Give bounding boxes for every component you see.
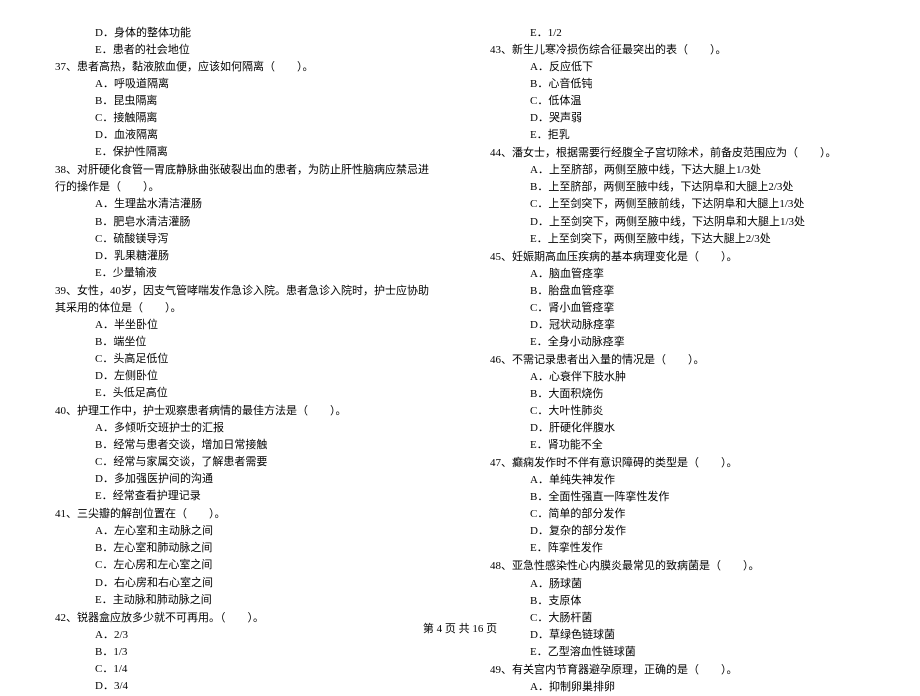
answer-option: A．单纯失神发作 [490,472,865,489]
question-item: 40、护理工作中，护士观察患者病情的最佳方法是（ ）。A．多倾听交班护士的汇报B… [55,403,430,505]
answer-option: B．全面性强直一阵挛性发作 [490,489,865,506]
answer-option: E．经常查看护理记录 [55,488,430,505]
answer-option: A．半坐卧位 [55,317,430,334]
question-text: 45、妊娠期高血压疾病的基本病理变化是（ ）。 [490,249,865,266]
question-text: 47、癫痫发作时不伴有意识障碍的类型是（ ）。 [490,455,865,472]
answer-option: C．低体温 [490,93,865,110]
answer-option: D．右心房和右心室之间 [55,575,430,592]
answer-option: C．经常与家属交谈，了解患者需要 [55,454,430,471]
answer-option: A．抑制卵巢排卵 [490,679,865,696]
answer-option: C．简单的部分发作 [490,506,865,523]
answer-option: E．上至剑突下，两侧至腋中线，下达大腿上2/3处 [490,231,865,248]
question-item: 46、不需记录患者出入量的情况是（ ）。A．心衰伴下肢水肿B．大面积烧伤C．大叶… [490,352,865,454]
question-item: 41、三尖瓣的解剖位置在（ ）。A．左心室和主动脉之间B．左心室和肺动脉之间C．… [55,506,430,608]
answer-option: D．3/4 [55,678,430,695]
question-text: 40、护理工作中，护士观察患者病情的最佳方法是（ ）。 [55,403,430,420]
question-item: 47、癫痫发作时不伴有意识障碍的类型是（ ）。A．单纯失神发作B．全面性强直一阵… [490,455,865,557]
answer-option: D．血液隔离 [55,127,430,144]
question-text: 41、三尖瓣的解剖位置在（ ）。 [55,506,430,523]
answer-option: A．脑血管痉挛 [490,266,865,283]
question-item: 49、有关宫内节育器避孕原理，正确的是（ ）。A．抑制卵巢排卵 [490,662,865,696]
answer-option: D．冠状动脉痉挛 [490,317,865,334]
answer-option: E．全身小动脉痉挛 [490,334,865,351]
answer-option: B．心音低钝 [490,76,865,93]
answer-option: C．左心房和左心室之间 [55,557,430,574]
question-text: 48、亚急性感染性心内膜炎最常见的致病菌是（ ）。 [490,558,865,575]
answer-option: E．阵挛性发作 [490,540,865,557]
answer-option: D．多加强医护间的沟通 [55,471,430,488]
answer-option: D．乳果糖灌肠 [55,248,430,265]
answer-option: B．端坐位 [55,334,430,351]
answer-option: E．1/2 [490,25,865,42]
answer-option: B．上至脐部，两侧至腋中线，下达阴阜和大腿上2/3处 [490,179,865,196]
answer-option: A．肠球菌 [490,576,865,593]
question-item: 37、患者高热，黏液脓血便，应该如何隔离（ ）。A．呼吸道隔离B．昆虫隔离C．接… [55,59,430,161]
answer-option: D．身体的整体功能 [55,25,430,42]
question-text: 49、有关宫内节育器避孕原理，正确的是（ ）。 [490,662,865,679]
question-text: 43、新生儿寒冷损伤综合征最突出的表（ ）。 [490,42,865,59]
answer-option: E．乙型溶血性链球菌 [490,644,865,661]
answer-option: A．上至脐部，两侧至腋中线，下达大腿上1/3处 [490,162,865,179]
answer-option: A．呼吸道隔离 [55,76,430,93]
question-text: 39、女性，40岁，因支气管哮喘发作急诊入院。患者急诊入院时，护士应协助其采用的… [55,283,430,317]
answer-option: B．胎盘血管痉挛 [490,283,865,300]
question-item: 39、女性，40岁，因支气管哮喘发作急诊入院。患者急诊入院时，护士应协助其采用的… [55,283,430,402]
answer-option: D．上至剑突下，两侧至腋中线，下达阴阜和大腿上1/3处 [490,214,865,231]
answer-option: A．多倾听交班护士的汇报 [55,420,430,437]
answer-option: D．哭声弱 [490,110,865,127]
question-item: 43、新生儿寒冷损伤综合征最突出的表（ ）。A．反应低下B．心音低钝C．低体温D… [490,42,865,144]
answer-option: C．大叶性肺炎 [490,403,865,420]
answer-option: C．1/4 [55,661,430,678]
page-footer: 第 4 页 共 16 页 [0,621,920,638]
answer-option: D．复杂的部分发作 [490,523,865,540]
answer-option: E．拒乳 [490,127,865,144]
answer-option: A．反应低下 [490,59,865,76]
answer-option: E．保护性隔离 [55,144,430,161]
answer-option: E．患者的社会地位 [55,42,430,59]
answer-option: B．经常与患者交谈，增加日常接触 [55,437,430,454]
answer-option: E．头低足高位 [55,385,430,402]
answer-option: A．左心室和主动脉之间 [55,523,430,540]
question-text: 46、不需记录患者出入量的情况是（ ）。 [490,352,865,369]
answer-option: B．1/3 [55,644,430,661]
question-item: 44、潘女士，根据需要行经腹全子宫切除术，前备皮范围应为（ ）。A．上至脐部，两… [490,145,865,247]
answer-option: C．硫酸镁导泻 [55,231,430,248]
answer-option: A．心衰伴下肢水肿 [490,369,865,386]
question-item: 45、妊娠期高血压疾病的基本病理变化是（ ）。A．脑血管痉挛B．胎盘血管痉挛C．… [490,249,865,351]
question-item: 48、亚急性感染性心内膜炎最常见的致病菌是（ ）。A．肠球菌B．支原体C．大肠杆… [490,558,865,660]
answer-option: D．左侧卧位 [55,368,430,385]
question-text: 44、潘女士，根据需要行经腹全子宫切除术，前备皮范围应为（ ）。 [490,145,865,162]
answer-option: C．接触隔离 [55,110,430,127]
answer-option: E．少量输液 [55,265,430,282]
answer-option: C．肾小血管痉挛 [490,300,865,317]
answer-option: B．肥皂水清洁灌肠 [55,214,430,231]
answer-option: B．昆虫隔离 [55,93,430,110]
answer-option: B．左心室和肺动脉之间 [55,540,430,557]
answer-option: C．上至剑突下，两侧至腋前线，下达阴阜和大腿上1/3处 [490,196,865,213]
answer-option: B．支原体 [490,593,865,610]
answer-option: E．肾功能不全 [490,437,865,454]
question-item: 38、对肝硬化食管一胃底静脉曲张破裂出血的患者，为防止肝性脑病应禁忌进行的操作是… [55,162,430,281]
answer-option: D．肝硬化伴腹水 [490,420,865,437]
answer-option: E．主动脉和肺动脉之间 [55,592,430,609]
answer-option: A．生理盐水清洁灌肠 [55,196,430,213]
question-text: 38、对肝硬化食管一胃底静脉曲张破裂出血的患者，为防止肝性脑病应禁忌进行的操作是… [55,162,430,196]
answer-option: B．大面积烧伤 [490,386,865,403]
answer-option: C．头高足低位 [55,351,430,368]
question-text: 37、患者高热，黏液脓血便，应该如何隔离（ ）。 [55,59,430,76]
